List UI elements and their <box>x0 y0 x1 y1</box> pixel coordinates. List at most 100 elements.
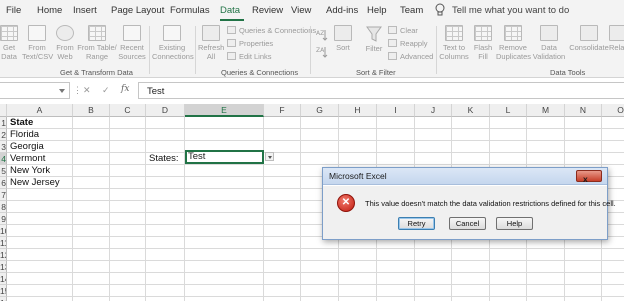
column-header-o[interactable]: O <box>602 104 624 117</box>
edit-links-button[interactable]: Edit Links <box>227 52 272 61</box>
relationships-button[interactable]: Rela <box>609 25 624 52</box>
cell-d4[interactable]: States: <box>146 153 179 165</box>
row-header-6[interactable]: 6 <box>0 177 7 189</box>
confirm-entry-icon[interactable]: ✓ <box>102 85 110 96</box>
relationships-label: Rela <box>609 43 624 52</box>
cell-a1[interactable]: State <box>7 117 33 129</box>
refresh-all-button[interactable]: Refresh All <box>198 25 224 61</box>
validation-dropdown-button[interactable] <box>265 152 274 161</box>
row-header-12[interactable]: 12 <box>0 249 7 261</box>
get-data-button[interactable]: Get Data <box>0 25 18 61</box>
sort-za-button[interactable]: ZA <box>316 46 328 60</box>
consolidate-button[interactable]: Consolidate <box>569 25 609 52</box>
row-header-14[interactable]: 14 <box>0 273 7 285</box>
reapply-button[interactable]: Reapply <box>388 39 428 48</box>
cell-a6[interactable]: New Jersey <box>7 177 60 189</box>
clear-filter-icon <box>388 26 397 34</box>
retry-button[interactable]: Retry <box>398 217 435 230</box>
existing-connections-button[interactable]: Existing Connections <box>152 25 194 61</box>
active-cell-e4[interactable]: Test <box>185 150 264 164</box>
from-table-range-button[interactable]: From Table/ Range <box>77 25 117 61</box>
row-header-7[interactable]: 7 <box>0 189 7 201</box>
formula-input[interactable]: Test <box>138 82 624 99</box>
chevron-down-icon[interactable] <box>59 89 65 93</box>
tab-addins[interactable]: Add-ins <box>326 5 358 16</box>
cell-a5[interactable]: New York <box>7 165 50 177</box>
from-text-csv-button[interactable]: From Text/CSV <box>22 25 53 61</box>
dialog-title-bar[interactable]: Microsoft Excel x <box>323 168 607 185</box>
flash-fill-label: Flash Fill <box>473 43 493 61</box>
row-header-9[interactable]: 9 <box>0 213 7 225</box>
row-header-15[interactable]: 15 <box>0 285 7 297</box>
properties-button[interactable]: Properties <box>227 39 273 48</box>
column-header-i[interactable]: I <box>377 104 415 117</box>
tab-home[interactable]: Home <box>37 5 62 16</box>
help-button[interactable]: Help <box>496 217 533 230</box>
consolidate-label: Consolidate <box>569 43 609 52</box>
row-header-8[interactable]: 8 <box>0 201 7 213</box>
row-header-4[interactable]: 4 <box>0 153 7 165</box>
funnel-icon <box>366 26 382 42</box>
column-header-l[interactable]: L <box>490 104 527 117</box>
queries-connections-button[interactable]: Queries & Connections <box>227 26 316 35</box>
row-header-13[interactable]: 13 <box>0 261 7 273</box>
recent-sources-button[interactable]: Recent Sources <box>118 25 146 61</box>
cancel-button[interactable]: Cancel <box>449 217 486 230</box>
cell-a2[interactable]: Florida <box>7 129 39 141</box>
cell-a4[interactable]: Vermont <box>7 153 45 165</box>
tab-formulas[interactable]: Formulas <box>170 5 210 16</box>
advanced-filter-icon <box>388 52 397 60</box>
flash-fill-button[interactable]: Flash Fill <box>472 25 494 61</box>
remove-duplicates-button[interactable]: Remove Duplicates <box>496 25 531 61</box>
row-header-3[interactable]: 3 <box>0 141 7 153</box>
clear-filter-button[interactable]: Clear <box>388 26 418 35</box>
insert-function-icon[interactable]: fx <box>121 84 129 94</box>
column-header-b[interactable]: B <box>73 104 110 117</box>
properties-icon <box>227 39 236 47</box>
row-header-5[interactable]: 5 <box>0 165 7 177</box>
tell-me-box[interactable]: Tell me what you want to do <box>434 3 624 19</box>
column-header-k[interactable]: K <box>452 104 490 117</box>
data-validation-icon <box>540 25 558 41</box>
tab-help[interactable]: Help <box>367 5 387 16</box>
column-header-h[interactable]: H <box>339 104 377 117</box>
tab-page-layout[interactable]: Page Layout <box>111 5 164 16</box>
tab-team[interactable]: Team <box>400 5 423 16</box>
row-header-16[interactable]: 16 <box>0 297 7 301</box>
tab-view[interactable]: View <box>291 5 311 16</box>
text-to-columns-button[interactable]: Text to Columns <box>439 25 469 61</box>
advanced-filter-button[interactable]: Advanced <box>388 52 433 61</box>
tab-insert[interactable]: Insert <box>73 5 97 16</box>
row-header-1[interactable]: 1 <box>0 117 7 129</box>
column-header-m[interactable]: M <box>527 104 565 117</box>
row-header-11[interactable]: 11 <box>0 237 7 249</box>
cell-a3[interactable]: Georgia <box>7 141 44 153</box>
column-header-e[interactable]: E <box>185 104 264 117</box>
tab-data[interactable]: Data <box>220 5 240 16</box>
column-header-g[interactable]: G <box>301 104 339 117</box>
cancel-entry-icon[interactable]: ✕ <box>83 85 91 96</box>
tab-file[interactable]: File <box>6 5 21 16</box>
relationships-icon <box>609 25 624 41</box>
filter-button[interactable]: Filter <box>364 25 384 53</box>
group-data-tools: Data Tools <box>550 68 586 77</box>
sort-az-button[interactable]: AZ <box>316 29 328 43</box>
column-header-a[interactable]: A <box>7 104 73 117</box>
sort-button[interactable]: Sort <box>334 25 352 52</box>
data-validation-button[interactable]: Data Validation <box>532 25 566 61</box>
from-web-button[interactable]: From Web <box>54 25 76 61</box>
close-button[interactable]: x <box>576 170 602 184</box>
column-header-c[interactable]: C <box>110 104 146 117</box>
text-to-columns-icon <box>445 25 463 41</box>
column-header-j[interactable]: J <box>415 104 452 117</box>
name-box[interactable] <box>0 82 70 99</box>
column-header-f[interactable]: F <box>264 104 301 117</box>
column-header-d[interactable]: D <box>146 104 185 117</box>
ribbon-data: Get Data From Text/CSV From Web From Tab… <box>0 22 624 78</box>
tab-review[interactable]: Review <box>252 5 283 16</box>
select-all-corner[interactable] <box>0 104 7 117</box>
column-header-n[interactable]: N <box>565 104 602 117</box>
row-header-10[interactable]: 10 <box>0 225 7 237</box>
row-header-2[interactable]: 2 <box>0 129 7 141</box>
refresh-all-label: Refresh All <box>198 43 225 61</box>
